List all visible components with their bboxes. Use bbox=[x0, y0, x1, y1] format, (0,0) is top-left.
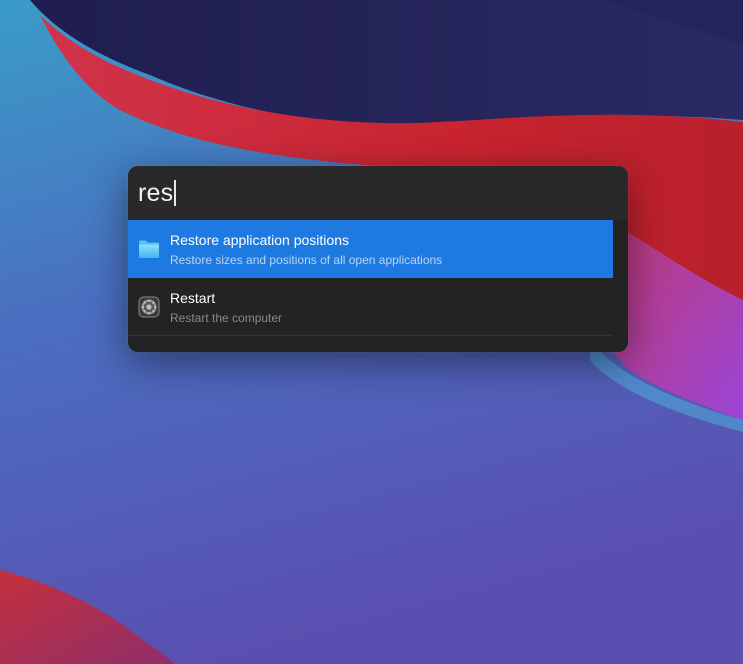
result-subtitle: Restart the computer bbox=[170, 310, 283, 325]
result-title: Restore application positions bbox=[170, 231, 349, 248]
divider bbox=[128, 335, 628, 336]
result-subtitle: Restore sizes and positions of all open … bbox=[170, 252, 443, 267]
scrollbar-track[interactable] bbox=[613, 220, 628, 352]
text-cursor bbox=[174, 180, 176, 206]
result-title: Restart bbox=[170, 289, 216, 306]
system-preferences-icon bbox=[128, 296, 170, 318]
desktop: res Restore application positions Restor… bbox=[0, 0, 743, 664]
search-input[interactable]: res bbox=[138, 178, 176, 208]
result-item-restore-application-positions[interactable]: Restore application positions Restore si… bbox=[128, 220, 613, 278]
launcher-window: res Restore application positions Restor… bbox=[128, 166, 628, 352]
search-bar[interactable]: res bbox=[128, 166, 628, 220]
result-item-restart[interactable]: Restart Restart the computer bbox=[128, 278, 613, 336]
folder-icon bbox=[128, 239, 170, 259]
search-query: res bbox=[138, 179, 174, 207]
results-list: Restore application positions Restore si… bbox=[128, 220, 628, 352]
